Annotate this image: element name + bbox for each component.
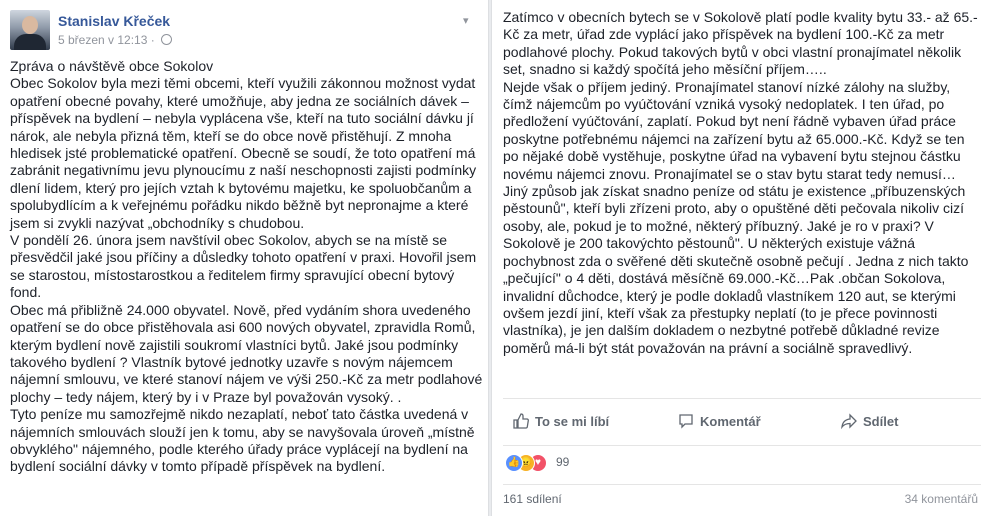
share-icon	[841, 413, 857, 430]
post-paragraph: V pondělí 26. února jsem navštívil obec …	[10, 232, 477, 301]
avatar[interactable]	[10, 10, 50, 50]
post-paragraph: Tyto peníze mu samozřejmě nikdo nezaplat…	[10, 406, 475, 475]
meta-separator: ·	[150, 33, 155, 47]
post-left-column: Stanislav Křeček 5 březen v 12:13 · ▾ Zp…	[0, 0, 489, 516]
comment-label: Komentář	[700, 414, 761, 429]
post-paragraph: Obec má přibližně 24.000 obyvatel. Nově,…	[10, 301, 483, 405]
like-reaction-icon: 👍	[505, 454, 523, 472]
divider	[503, 484, 981, 485]
globe-icon	[161, 34, 173, 45]
thumbs-up-icon	[513, 413, 529, 429]
like-label: To se mi líbí	[535, 414, 610, 429]
chevron-down-icon[interactable]: ▾	[463, 14, 469, 27]
author-name[interactable]: Stanislav Křeček	[58, 13, 170, 29]
post-actions-bar: To se mi líbí Komentář Sdílet	[503, 398, 981, 446]
share-button[interactable]: Sdílet	[841, 413, 899, 430]
post-right-column: Zatímco v obecních bytech se v Sokolově …	[491, 0, 986, 516]
post-text-right: Zatímco v obecních bytech se v Sokolově …	[503, 9, 981, 357]
comment-button[interactable]: Komentář	[678, 413, 761, 429]
comment-icon	[678, 413, 694, 429]
post-paragraph: Zpráva o návštěvě obce Sokolov	[10, 58, 214, 74]
post-paragraph: Obec Sokolov byla mezi těmi obcemi, kteř…	[10, 75, 477, 231]
reaction-count[interactable]: 99	[556, 455, 569, 469]
post-paragraph: Jiný způsob jak získat snadno peníze od …	[503, 183, 969, 356]
timestamp-text[interactable]: 5 březen v 12:13	[58, 33, 147, 47]
comments-count[interactable]: 34 komentářů	[905, 492, 978, 506]
share-label: Sdílet	[863, 414, 899, 429]
post-paragraph: Nejde však o příjem jediný. Pronajímatel…	[503, 78, 965, 182]
like-button[interactable]: To se mi líbí	[513, 413, 609, 429]
post-text-left: Zpráva o návštěvě obce Sokolov Obec Soko…	[10, 58, 486, 476]
shares-count[interactable]: 161 sdílení	[503, 492, 562, 506]
post-paragraph: Zatímco v obecních bytech se v Sokolově …	[503, 9, 978, 78]
post-timestamp[interactable]: 5 březen v 12:13 ·	[58, 33, 173, 47]
